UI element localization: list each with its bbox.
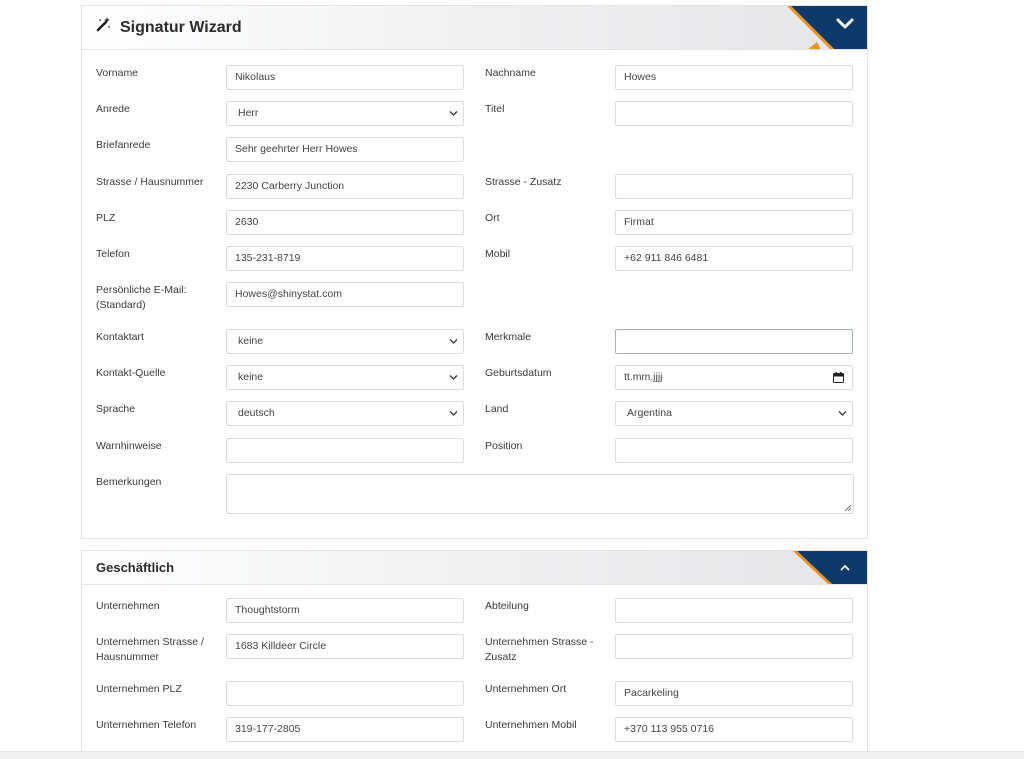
chevron-down-icon bbox=[836, 18, 854, 29]
chevron-up-icon bbox=[840, 564, 850, 570]
chevron-down-icon bbox=[449, 110, 458, 117]
geburtsdatum-label: Geburtsdatum bbox=[485, 367, 552, 379]
panel-title-wrap: Signatur Wizard bbox=[96, 6, 242, 49]
merkmale-input[interactable] bbox=[615, 329, 853, 354]
strasse-zusatz-label: Strasse - Zusatz bbox=[485, 176, 562, 188]
position-input[interactable] bbox=[615, 438, 853, 463]
vorname-input[interactable]: Nikolaus bbox=[226, 65, 464, 90]
chevron-down-icon bbox=[449, 410, 458, 417]
expand-button[interactable] bbox=[823, 551, 867, 583]
plz-label: PLZ bbox=[96, 212, 116, 224]
panel-title: Signatur Wizard bbox=[120, 19, 242, 36]
unternehmen-input[interactable]: Thoughtstorm bbox=[226, 598, 464, 623]
nachname-label: Nachname bbox=[485, 67, 536, 79]
signatur-wizard-header[interactable]: Signatur Wizard bbox=[82, 6, 867, 50]
u-mobil-input[interactable]: +370 113 955 0716 bbox=[615, 717, 853, 742]
u-telefon-label: Unternehmen Telefon bbox=[96, 719, 197, 731]
telefon-input[interactable]: 135-231-8719 bbox=[226, 246, 464, 271]
anrede-label: Anrede bbox=[96, 103, 130, 115]
land-label: Land bbox=[485, 403, 509, 415]
land-value: Argentina bbox=[627, 407, 672, 419]
geburtsdatum-placeholder: tt.mm.jjjj bbox=[624, 371, 663, 383]
u-plz-input[interactable] bbox=[226, 681, 464, 706]
chevron-down-icon bbox=[838, 410, 847, 417]
geburtsdatum-input[interactable]: tt.mm.jjjj bbox=[615, 365, 853, 390]
mobil-input[interactable]: +62 911 846 6481 bbox=[615, 246, 853, 271]
u-telefon-input[interactable]: 319-177-2805 bbox=[226, 717, 464, 742]
kontaktart-value: keine bbox=[238, 335, 264, 347]
u-strasse-input[interactable]: 1683 Killdeer Circle bbox=[226, 634, 464, 659]
kontakt-quelle-label: Kontakt-Quelle bbox=[96, 367, 166, 379]
bottom-scroll-edge bbox=[0, 751, 1024, 759]
anrede-select[interactable]: Herr bbox=[226, 101, 464, 126]
u-strasse-label-line1: Unternehmen Strasse / bbox=[96, 636, 204, 648]
u-ort-label: Unternehmen Ort bbox=[485, 683, 567, 695]
u-strasse-zusatz-label-line2: Zusatz bbox=[485, 651, 517, 663]
u-ort-input[interactable]: Pacarkeling bbox=[615, 681, 853, 706]
warnhinweise-input[interactable] bbox=[226, 438, 464, 463]
unternehmen-label: Unternehmen bbox=[96, 600, 160, 612]
mobil-label: Mobil bbox=[485, 248, 511, 260]
u-strasse-zusatz-label-line1: Unternehmen Strasse - bbox=[485, 636, 594, 648]
magic-wand-icon bbox=[96, 6, 112, 49]
anrede-value: Herr bbox=[238, 107, 259, 119]
abteilung-label: Abteilung bbox=[485, 600, 529, 612]
geschaeftlich-header[interactable]: Geschäftlich bbox=[82, 551, 867, 585]
sprache-label: Sprache bbox=[96, 403, 136, 415]
kontakt-quelle-value: keine bbox=[238, 371, 264, 383]
vorname-label: Vorname bbox=[96, 67, 139, 79]
kontaktart-label: Kontaktart bbox=[96, 331, 144, 343]
email-label-line2: (Standard) bbox=[96, 299, 146, 311]
bemerkungen-textarea[interactable] bbox=[226, 474, 854, 514]
u-plz-label: Unternehmen PLZ bbox=[96, 683, 182, 695]
kontakt-quelle-select[interactable]: keine bbox=[226, 365, 464, 390]
email-label-line1: Persönliche E-Mail: bbox=[96, 284, 187, 296]
telefon-label: Telefon bbox=[96, 248, 130, 260]
u-strasse-zusatz-input[interactable] bbox=[615, 634, 853, 659]
collapse-button[interactable] bbox=[823, 6, 867, 42]
bemerkungen-label: Bemerkungen bbox=[96, 476, 162, 488]
land-select[interactable]: Argentina bbox=[615, 401, 853, 426]
ort-input[interactable]: Firmat bbox=[615, 210, 853, 235]
titel-label: Titel bbox=[485, 103, 505, 115]
position-label: Position bbox=[485, 440, 523, 452]
nachname-input[interactable]: Howes bbox=[615, 65, 853, 90]
email-input[interactable]: Howes@shinystat.com bbox=[226, 282, 464, 307]
briefanrede-input[interactable]: Sehr geehrter Herr Howes bbox=[226, 137, 464, 162]
panel-title: Geschäftlich bbox=[96, 560, 175, 575]
strasse-zusatz-input[interactable] bbox=[615, 174, 853, 199]
titel-input[interactable] bbox=[615, 101, 853, 126]
strasse-input[interactable]: 2230 Carberry Junction bbox=[226, 174, 464, 199]
page: Signatur Wizard Vorname Nikolaus Nachnam… bbox=[0, 0, 1024, 759]
u-mobil-label: Unternehmen Mobil bbox=[485, 719, 577, 731]
briefanrede-label: Briefanrede bbox=[96, 139, 151, 151]
plz-input[interactable]: 2630 bbox=[226, 210, 464, 235]
ort-label: Ort bbox=[485, 212, 500, 224]
sprache-select[interactable]: deutsch bbox=[226, 401, 464, 426]
abteilung-input[interactable] bbox=[615, 598, 853, 623]
calendar-icon[interactable] bbox=[833, 372, 844, 383]
chevron-down-icon bbox=[449, 374, 458, 381]
sprache-value: deutsch bbox=[238, 407, 275, 419]
warnhinweise-label: Warnhinweise bbox=[96, 440, 162, 452]
merkmale-label: Merkmale bbox=[485, 331, 532, 343]
resize-grip-icon[interactable] bbox=[844, 504, 852, 512]
kontaktart-select[interactable]: keine bbox=[226, 329, 464, 354]
u-strasse-label-line2: Hausnummer bbox=[96, 651, 160, 663]
chevron-down-icon bbox=[449, 338, 458, 345]
strasse-label: Strasse / Hausnummer bbox=[96, 176, 204, 188]
